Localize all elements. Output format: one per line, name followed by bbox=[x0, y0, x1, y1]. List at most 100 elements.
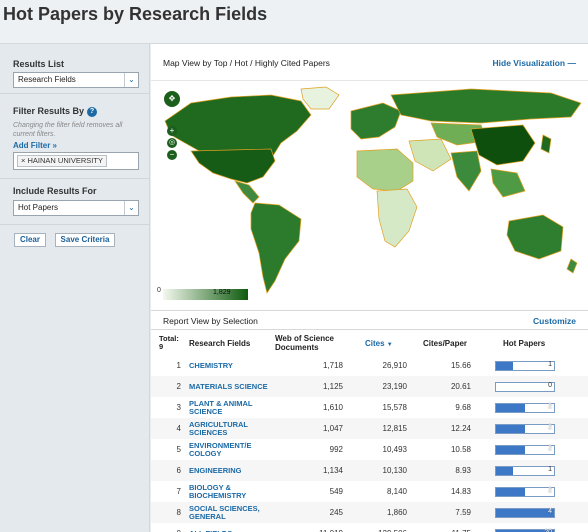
cites-value: 15,578 bbox=[382, 403, 407, 412]
hot-papers-cell: 4 bbox=[493, 502, 588, 523]
hot-papers-bar[interactable]: 2 bbox=[495, 486, 555, 497]
results-list-section: Results List Research Fields ⌄ bbox=[0, 44, 150, 94]
cites-value: 129,506 bbox=[349, 523, 413, 532]
table-row[interactable]: 6 ENGINEERING 1,134 10,130 8.93 1 bbox=[151, 460, 588, 481]
map-region-india bbox=[450, 150, 482, 192]
map-region-middle-east bbox=[408, 138, 452, 172]
main-panel: Map View by Top / Hot / Highly Cited Pap… bbox=[151, 44, 588, 532]
include-select[interactable]: Hot Papers ⌄ bbox=[13, 200, 139, 216]
hot-papers-cell: 2 bbox=[493, 481, 588, 502]
world-map[interactable]: ✥ + ◎ − bbox=[151, 80, 588, 308]
cites-per-paper-value: 20.61 bbox=[413, 376, 493, 397]
filter-chip[interactable]: × HAINAN UNIVERSITY bbox=[17, 155, 107, 167]
sidebar: Results List Research Fields ⌄ Filter Re… bbox=[0, 44, 150, 532]
filter-hint: Changing the filter field removes all cu… bbox=[13, 122, 123, 138]
hot-papers-value: 1 bbox=[548, 360, 552, 368]
hot-papers-bar[interactable]: 1 bbox=[495, 465, 555, 476]
map-region-africa-north bbox=[356, 148, 414, 192]
col-research-fields[interactable]: Research Fields bbox=[187, 331, 273, 355]
col-wos-documents[interactable]: Web of Science Documents bbox=[273, 331, 349, 355]
results-list-value: Research Fields bbox=[18, 75, 76, 84]
filter-box: × HAINAN UNIVERSITY bbox=[13, 152, 139, 170]
map-legend-bar bbox=[163, 289, 248, 300]
map-region-africa-south bbox=[376, 188, 418, 248]
col-hot-papers[interactable]: Hot Papers bbox=[493, 331, 588, 355]
table-row[interactable]: 7 BIOLOGY & BIOCHEMISTRY 549 8,140 14.83 2 bbox=[151, 481, 588, 502]
hot-papers-bar[interactable]: 1 bbox=[495, 360, 555, 371]
table-row[interactable]: 8 SOCIAL SCIENCES, GENERAL 245 1,860 7.59 4 bbox=[151, 502, 588, 523]
row-index: 7 bbox=[176, 487, 181, 496]
hot-papers-value: 2 bbox=[548, 402, 552, 410]
hot-papers-fill bbox=[496, 361, 514, 370]
research-field-link[interactable]: ENGINEERING bbox=[187, 460, 273, 481]
research-field-link[interactable]: BIOLOGY & BIOCHEMISTRY bbox=[187, 481, 273, 502]
row-index: 1 bbox=[176, 361, 181, 370]
zoom-in-icon[interactable]: + bbox=[167, 126, 177, 136]
cites-per-paper-value: 8.93 bbox=[413, 460, 493, 481]
hot-papers-bar[interactable]: 2 bbox=[495, 444, 555, 455]
table-row[interactable]: 1 CHEMISTRY 1,718 26,910 15.66 1 bbox=[151, 355, 588, 376]
cites-per-paper-value: 9.68 bbox=[455, 403, 471, 412]
chevron-down-icon: ⌄ bbox=[124, 201, 138, 215]
hot-papers-value: 1 bbox=[548, 465, 552, 473]
report-table: Total: 9 Research Fields Web of Science … bbox=[151, 331, 588, 532]
map-region-europe bbox=[350, 102, 402, 140]
hide-visualization-link[interactable]: Hide Visualization — bbox=[493, 58, 576, 68]
hot-papers-bar[interactable]: 0 bbox=[495, 381, 555, 392]
research-field-link[interactable]: PLANT & ANIMAL SCIENCE bbox=[187, 397, 273, 418]
col-total-count: 9 bbox=[159, 342, 164, 351]
map-pan-control[interactable]: ✥ bbox=[164, 91, 180, 107]
research-field-link[interactable]: AGRICULTURAL SCIENCES bbox=[187, 418, 273, 439]
hot-papers-fill bbox=[496, 424, 525, 433]
col-cites-per-paper[interactable]: Cites/Paper bbox=[413, 331, 493, 355]
clear-button[interactable]: Clear bbox=[14, 233, 46, 247]
col-total: Total: 9 bbox=[151, 331, 187, 355]
row-index: 4 bbox=[151, 418, 187, 439]
table-row[interactable]: 0ALL FIELDS11,019129,50611.75 20 bbox=[151, 523, 588, 532]
research-field-link[interactable]: SOCIAL SCIENCES, GENERAL bbox=[187, 502, 273, 523]
research-field-link[interactable]: ENVIRONMENT/E COLOGY bbox=[187, 439, 273, 460]
cites-value: 26,910 bbox=[382, 361, 407, 370]
row-index: 5 bbox=[176, 445, 181, 454]
table-header-row: Total: 9 Research Fields Web of Science … bbox=[151, 331, 588, 355]
hot-papers-bar[interactable]: 2 bbox=[495, 402, 555, 413]
map-region-greenland bbox=[300, 86, 340, 110]
wos-documents-value: 1,134 bbox=[273, 460, 349, 481]
page-header: Hot Papers by Research Fields bbox=[0, 0, 588, 44]
hot-papers-value: 2 bbox=[548, 423, 552, 431]
globe-icon[interactable]: ◎ bbox=[167, 138, 177, 148]
map-title: Map View by Top / Hot / Highly Cited Pap… bbox=[163, 58, 330, 68]
remove-chip-icon[interactable]: × bbox=[21, 156, 25, 165]
include-section: Include Results For Hot Papers ⌄ bbox=[0, 179, 150, 225]
hot-papers-bar[interactable]: 4 bbox=[495, 507, 555, 518]
help-icon[interactable]: ? bbox=[87, 106, 98, 117]
filter-label: Filter Results By? bbox=[13, 106, 98, 117]
table-row[interactable]: 3 PLANT & ANIMAL SCIENCE 1,610 15,578 9.68 2 bbox=[151, 397, 588, 418]
research-field-link[interactable]: ALL FIELDS bbox=[187, 523, 273, 532]
hot-papers-bar[interactable]: 20 bbox=[495, 528, 555, 532]
table-row[interactable]: 2 MATERIALS SCIENCE 1,125 23,190 20.61 0 bbox=[151, 376, 588, 397]
cites-value: 1,860 bbox=[349, 502, 413, 523]
wos-documents-value: 1,610 bbox=[322, 403, 343, 412]
zoom-out-icon[interactable]: − bbox=[167, 150, 177, 160]
add-filter-link[interactable]: Add Filter » bbox=[13, 141, 57, 150]
table-row[interactable]: 5 ENVIRONMENT/E COLOGY 992 10,493 10.58 2 bbox=[151, 439, 588, 460]
wos-documents-value: 11,019 bbox=[273, 523, 349, 532]
wos-documents-value: 549 bbox=[329, 487, 343, 496]
wos-documents-value: 1,125 bbox=[273, 376, 349, 397]
cites-per-paper-value: 14.83 bbox=[450, 487, 471, 496]
research-field-link[interactable]: CHEMISTRY bbox=[187, 355, 273, 376]
hide-visualization-label: Hide Visualization bbox=[492, 58, 566, 68]
results-list-select[interactable]: Research Fields ⌄ bbox=[13, 72, 139, 88]
save-criteria-button[interactable]: Save Criteria bbox=[55, 233, 115, 247]
table-row[interactable]: 4 AGRICULTURAL SCIENCES 1,047 12,815 12.24 2 bbox=[151, 418, 588, 439]
customize-link[interactable]: Customize bbox=[533, 316, 576, 326]
map-region-japan bbox=[540, 134, 552, 154]
hot-papers-bar[interactable]: 2 bbox=[495, 423, 555, 434]
research-field-link[interactable]: MATERIALS SCIENCE bbox=[187, 376, 273, 397]
wos-documents-value: 992 bbox=[329, 445, 343, 454]
minus-icon: — bbox=[567, 58, 577, 68]
col-cites[interactable]: Cites ▼ bbox=[349, 331, 413, 355]
row-index: 8 bbox=[151, 502, 187, 523]
cites-value: 8,140 bbox=[386, 487, 407, 496]
